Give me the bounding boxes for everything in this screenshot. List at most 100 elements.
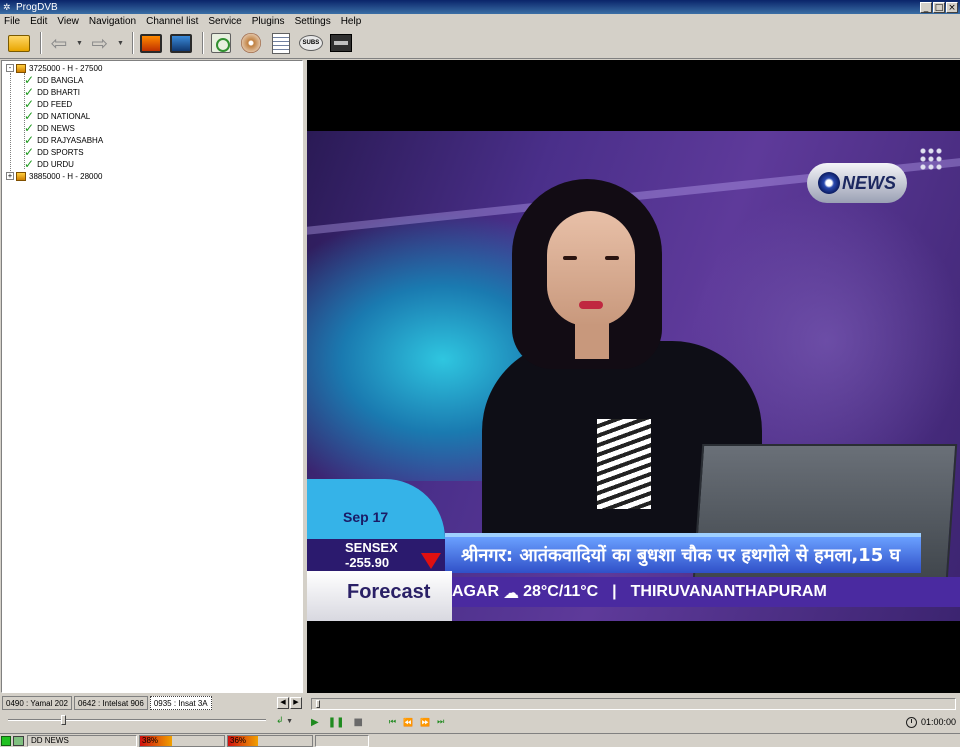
news-anchor-eye bbox=[563, 256, 577, 260]
channel-check-icon: ✓ bbox=[24, 157, 35, 171]
skip-forward-icon[interactable]: ⏭ bbox=[437, 717, 444, 727]
grid-icon bbox=[919, 147, 943, 171]
scan-button[interactable] bbox=[208, 30, 234, 56]
audio-icon: ↲ bbox=[276, 715, 284, 725]
channel-label: DD URDU bbox=[37, 159, 74, 169]
time-display: 01:00:00 bbox=[905, 716, 956, 728]
transponder-label: 3885000 - H - 28000 bbox=[29, 171, 103, 181]
subs-icon: SUBS bbox=[298, 35, 323, 51]
scroll-right-icon[interactable]: ▶ bbox=[290, 697, 302, 709]
transponder-icon bbox=[16, 63, 26, 73]
window-title: ProgDVB bbox=[16, 1, 58, 13]
status-led-icon bbox=[1, 735, 11, 746]
forward-dropdown-icon[interactable]: ▼ bbox=[117, 40, 124, 47]
ticker-temperature: 28°C/11°C bbox=[523, 583, 599, 600]
status-cell-empty bbox=[315, 734, 369, 747]
audio-control[interactable]: ↲ ▼ bbox=[276, 715, 293, 726]
tv-button[interactable] bbox=[138, 30, 164, 56]
date-box: Sep 17 bbox=[307, 479, 445, 539]
channel-row[interactable]: ✓ DD URDU bbox=[24, 158, 74, 170]
tab-intelsat-906[interactable]: 0642 : Intelsat 906 bbox=[73, 696, 148, 710]
stop-icon[interactable]: ■ bbox=[353, 717, 362, 728]
position-thumb[interactable] bbox=[316, 700, 320, 708]
expand-icon[interactable]: + bbox=[6, 172, 14, 180]
app-icon: ✲ bbox=[3, 2, 11, 12]
back-dropdown-icon[interactable]: ▼ bbox=[76, 40, 83, 47]
channel-tree[interactable]: - 3725000 - H - 27500 ✓ DD BANGLA ✓ DD B… bbox=[1, 60, 303, 693]
ticker-city: THIRUVANANTHAPURAM bbox=[630, 583, 827, 600]
collapse-icon[interactable]: - bbox=[6, 64, 14, 72]
menu-settings[interactable]: Settings bbox=[295, 16, 331, 27]
close-button[interactable]: × bbox=[946, 1, 958, 13]
radio-monitor-icon bbox=[169, 33, 192, 53]
transponder-row[interactable]: + 3885000 - H - 28000 bbox=[6, 170, 102, 182]
tab-yamal-202[interactable]: 0490 : Yamal 202 bbox=[2, 696, 72, 710]
fast-forward-icon[interactable]: ⏩ bbox=[420, 718, 430, 727]
transponder-row[interactable]: - 3725000 - H - 27500 bbox=[6, 62, 102, 74]
status-bar: DD NEWS 38% 36% bbox=[0, 733, 960, 747]
rewind-icon[interactable]: ⏪ bbox=[403, 718, 413, 727]
menu-file[interactable]: File bbox=[4, 16, 20, 27]
epg-button[interactable] bbox=[268, 30, 294, 56]
signal-level-value: 38% bbox=[142, 735, 159, 745]
position-slider[interactable] bbox=[311, 698, 956, 710]
clock-icon bbox=[905, 716, 917, 728]
channel-label: DD NEWS bbox=[37, 123, 75, 133]
news-anchor-top bbox=[597, 419, 651, 509]
forward-button[interactable]: ⇨ bbox=[87, 30, 113, 56]
volume-thumb[interactable] bbox=[61, 715, 67, 725]
satellite-tabs: 0490 : Yamal 202 0642 : Intelsat 906 093… bbox=[2, 695, 302, 711]
ticker-city: AGAR bbox=[452, 583, 500, 600]
rain-cloud-icon: ☁ bbox=[503, 582, 520, 602]
sensex-down-arrow-icon bbox=[421, 553, 441, 569]
toolbar: ⇦ ▼ ⇨ ▼ SUBS bbox=[0, 28, 960, 59]
logo-text: NEWS bbox=[842, 172, 896, 193]
menu-navigation[interactable]: Navigation bbox=[89, 16, 136, 27]
signal-level-meter: 38% bbox=[139, 734, 225, 747]
headline-bar: श्रीनगर: आतंकवादियों का बुधशा चौक पर हथग… bbox=[445, 533, 921, 573]
record-button[interactable] bbox=[328, 30, 354, 56]
back-button[interactable]: ⇦ bbox=[46, 30, 72, 56]
subs-button[interactable]: SUBS bbox=[298, 30, 324, 56]
play-icon[interactable]: ▶ bbox=[311, 717, 319, 728]
forward-arrow-icon: ⇨ bbox=[91, 31, 109, 55]
audio-dropdown-icon[interactable]: ▼ bbox=[286, 718, 293, 725]
menu-service[interactable]: Service bbox=[208, 16, 241, 27]
channel-label: DD BANGLA bbox=[37, 75, 84, 85]
tv-monitor-icon bbox=[139, 33, 162, 53]
toolbar-separator bbox=[201, 32, 204, 54]
open-button[interactable] bbox=[6, 30, 32, 56]
volume-slider[interactable] bbox=[8, 715, 266, 725]
disc-icon bbox=[240, 33, 261, 53]
tree-guide bbox=[10, 73, 11, 175]
volume-track bbox=[8, 719, 266, 721]
forecast-box: Forecast bbox=[307, 571, 452, 621]
channel-label: DD NATIONAL bbox=[37, 111, 91, 121]
tv-icon bbox=[13, 735, 24, 746]
epg-document-icon bbox=[271, 32, 290, 54]
scroll-left-icon[interactable]: ◀ bbox=[277, 697, 289, 709]
tab-scroll: ◀ ▶ bbox=[277, 697, 302, 709]
skip-back-icon[interactable]: ⏮ bbox=[389, 717, 396, 727]
back-arrow-icon: ⇦ bbox=[50, 31, 68, 55]
channel-row[interactable]: ✓ DD RAJYASABHA bbox=[24, 134, 103, 146]
menu-view[interactable]: View bbox=[57, 16, 79, 27]
signal-quality-meter: 36% bbox=[227, 734, 313, 747]
dd-news-logo: NEWS bbox=[807, 163, 907, 203]
channel-label: DD BHARTI bbox=[37, 87, 81, 97]
dd-swirl-icon bbox=[818, 172, 840, 194]
maximize-button[interactable]: □ bbox=[933, 1, 945, 13]
disc-button[interactable] bbox=[238, 30, 264, 56]
title-bar: ✲ ProgDVB _ □ × bbox=[0, 0, 960, 14]
menu-plugins[interactable]: Plugins bbox=[252, 16, 285, 27]
video-area[interactable]: NEWS Sep 17 SENSEX -255.90 श्रीनगर: आतंक… bbox=[307, 60, 960, 693]
pause-icon[interactable]: ❚❚ bbox=[328, 717, 345, 728]
menu-help[interactable]: Help bbox=[341, 16, 362, 27]
menu-channel-list[interactable]: Channel list bbox=[146, 16, 198, 27]
minimize-button[interactable]: _ bbox=[920, 1, 932, 13]
tab-insat-3a[interactable]: 0935 : Insat 3A bbox=[149, 696, 212, 710]
radio-button[interactable] bbox=[168, 30, 194, 56]
menu-edit[interactable]: Edit bbox=[30, 16, 47, 27]
playback-controls: ▶ ❚❚ ■ ⏮ ⏪ ⏩ ⏭ 01:00:00 bbox=[311, 714, 956, 730]
weather-ticker: AGAR ☁ 28°C/11°C | THIRUVANANTHAPURAM bbox=[452, 577, 960, 607]
